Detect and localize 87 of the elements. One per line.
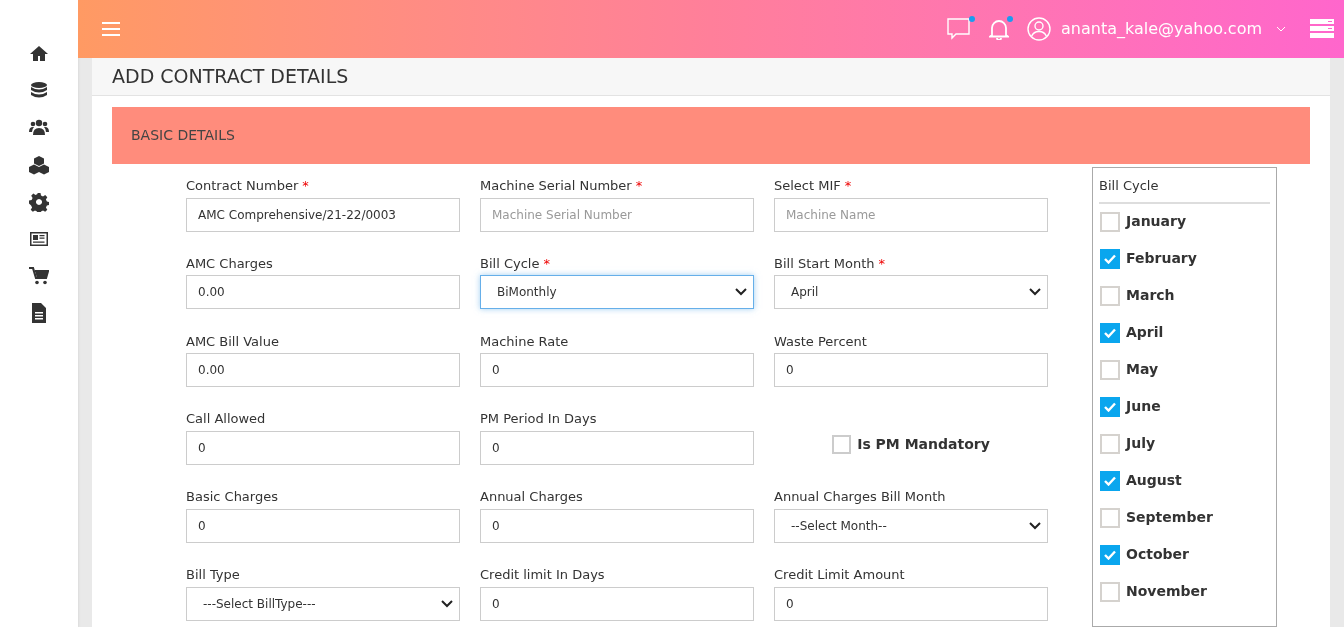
field-label: Basic Charges <box>186 488 278 507</box>
checkbox[interactable] <box>1100 544 1120 565</box>
month-label: October <box>1126 545 1189 564</box>
chevron-down-icon[interactable] <box>735 288 747 297</box>
required-asterisk: * <box>543 254 550 273</box>
required-asterisk: * <box>302 177 309 195</box>
field-label: Bill Start Month <box>774 254 875 273</box>
checkbox[interactable] <box>1100 211 1120 232</box>
text-input-field[interactable]: 0 <box>480 353 754 388</box>
text-input-field[interactable]: 0 <box>186 508 460 543</box>
settings-icon[interactable] <box>29 192 49 212</box>
checkmark-icon <box>1104 475 1116 486</box>
field-label: PM Period In Days <box>480 410 597 429</box>
chevron-down-icon[interactable] <box>441 599 453 608</box>
checkmark-icon <box>1104 401 1116 412</box>
user-avatar-icon[interactable] <box>1027 17 1051 41</box>
checkbox-label: Is PM Mandatory <box>857 434 990 454</box>
text-input-field[interactable]: AMC Comprehensive/21-22/0003 <box>186 197 460 232</box>
dropdown-field[interactable]: BiMonthly <box>480 275 754 310</box>
checkbox[interactable] <box>1100 433 1120 454</box>
chevron-down-icon[interactable] <box>1029 521 1041 530</box>
text-input-field[interactable]: 0.00 <box>186 353 460 388</box>
field-label: Annual Charges <box>480 488 583 507</box>
text-input-field[interactable]: 0 <box>774 586 1048 621</box>
checkbox[interactable] <box>1100 285 1120 306</box>
section-title: BASIC DETAILS <box>131 126 235 145</box>
document-icon[interactable] <box>29 303 49 323</box>
checkbox[interactable] <box>1100 470 1120 491</box>
field-label: Bill Cycle <box>480 254 540 273</box>
text-input-field[interactable]: Machine Serial Number <box>480 197 754 232</box>
month-label: March <box>1126 286 1175 305</box>
checkbox[interactable] <box>1100 396 1120 417</box>
text-input-field[interactable]: 0 <box>480 431 754 465</box>
chevron-down-icon[interactable] <box>1029 288 1041 297</box>
newspaper-icon[interactable] <box>29 229 49 249</box>
dropdown-field[interactable]: --Select Month-- <box>774 508 1048 543</box>
dropdown-field[interactable]: April <box>774 275 1048 310</box>
checkbox[interactable] <box>1100 322 1120 343</box>
field-label: AMC Charges <box>186 254 273 273</box>
home-icon[interactable] <box>29 44 49 64</box>
required-asterisk: * <box>878 254 886 273</box>
text-input-field[interactable]: 0 <box>480 586 754 621</box>
month-label: May <box>1126 360 1159 379</box>
month-label: November <box>1126 582 1207 601</box>
month-label: April <box>1126 323 1164 342</box>
panel-title: Bill Cycle <box>1099 168 1270 204</box>
chat-icon[interactable] <box>947 18 971 40</box>
checkbox[interactable] <box>832 434 852 454</box>
checkbox[interactable] <box>1100 581 1120 602</box>
field-label: Credit Limit Amount <box>774 566 905 585</box>
text-input-field[interactable]: Machine Name <box>774 197 1048 232</box>
required-asterisk: * <box>635 177 643 195</box>
field-label: Annual Charges Bill Month <box>774 488 946 507</box>
checkmark-icon <box>1104 327 1116 338</box>
field-label: Select MIF <box>774 177 841 195</box>
text-input-field[interactable]: 0.00 <box>186 275 460 310</box>
field-label: Machine Rate <box>480 332 569 351</box>
server-icon[interactable] <box>1310 19 1334 39</box>
cart-icon[interactable] <box>29 266 49 286</box>
field-label: Bill Type <box>186 566 240 585</box>
checkbox[interactable] <box>1100 248 1120 269</box>
checkmark-icon <box>1104 253 1116 264</box>
checkmark-icon <box>1104 549 1116 560</box>
field-label: Contract Number <box>186 177 299 195</box>
month-label: January <box>1126 212 1187 231</box>
field-label: Call Allowed <box>186 410 266 429</box>
menu-button[interactable] <box>102 22 120 36</box>
month-label: February <box>1126 249 1197 268</box>
cubes-icon[interactable] <box>29 155 49 175</box>
text-input-field[interactable]: 0 <box>480 508 754 543</box>
text-input-field[interactable]: 0 <box>186 431 460 465</box>
notification-bell-icon[interactable] <box>989 18 1009 40</box>
field-label: Waste Percent <box>774 332 867 351</box>
checkbox[interactable] <box>1100 359 1120 380</box>
dropdown-field[interactable]: ---Select BillType--- <box>186 586 460 621</box>
field-label: Credit limit In Days <box>480 566 605 585</box>
users-icon[interactable] <box>29 118 49 138</box>
month-label: September <box>1126 508 1213 527</box>
field-label: AMC Bill Value <box>186 332 279 351</box>
page-title: ADD CONTRACT DETAILS <box>112 64 349 90</box>
month-label: July <box>1126 434 1156 453</box>
text-input-field[interactable]: 0 <box>774 353 1048 388</box>
required-asterisk: * <box>844 177 852 195</box>
month-label: June <box>1126 397 1161 416</box>
month-label: August <box>1126 471 1182 490</box>
checkbox[interactable] <box>1100 507 1120 528</box>
field-label: Machine Serial Number <box>480 177 632 195</box>
